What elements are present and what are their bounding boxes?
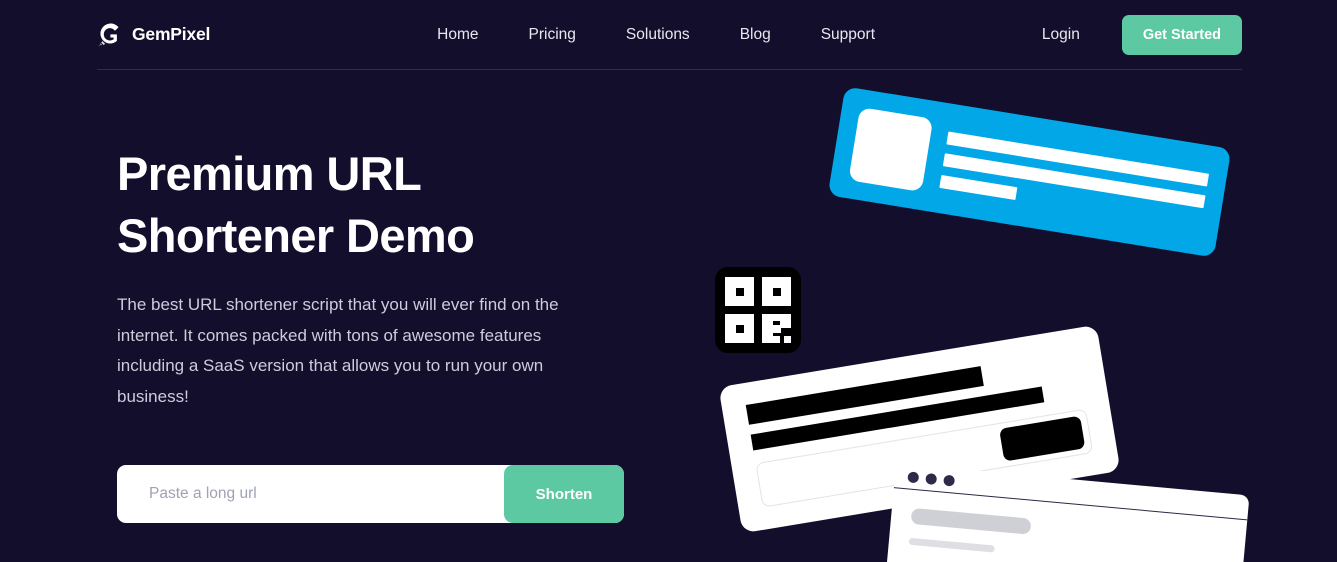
hero-illustration [660,69,1337,562]
browser-dot-close-icon [907,470,920,483]
nav-link-home[interactable]: Home [412,27,503,43]
hero-copy: Premium URL Shortener Demo The best URL … [117,143,647,412]
browser-dot-maximize-icon [943,474,956,487]
shorten-url-form: Shorten [117,465,624,523]
brand-name: GemPixel [132,23,211,44]
hero-subtitle: The best URL shortener script that you w… [117,295,559,406]
long-url-input[interactable] [117,465,504,523]
shorten-button[interactable]: Shorten [504,465,624,523]
link-preview-lines [939,129,1210,229]
get-started-button[interactable]: Get Started [1121,14,1242,55]
gem-g-logo-icon [97,22,123,48]
link-preview-card-icon [827,86,1232,258]
hero-section: Premium URL Shortener Demo The best URL … [0,69,1337,562]
qr-code-icon [715,267,801,353]
nav-link-solutions[interactable]: Solutions [601,27,715,43]
header-actions: Login Get Started [1042,14,1242,55]
browser-pill-mock [910,507,1032,535]
page-title: Premium URL Shortener Demo [117,147,475,263]
browser-dot-minimize-icon [925,472,938,485]
browser-line-mock [908,537,995,553]
nav-link-support[interactable]: Support [796,27,900,43]
site-header: GemPixel Home Pricing Solutions Blog Sup… [0,0,1337,69]
main-navigation: Home Pricing Solutions Blog Support [412,27,900,43]
nav-link-pricing[interactable]: Pricing [504,27,601,43]
header-inner: GemPixel Home Pricing Solutions Blog Sup… [97,0,1242,69]
card-button-mock [999,415,1086,462]
link-preview-thumbnail [848,107,934,192]
browser-window-icon [881,463,1250,562]
brand-logo-link[interactable]: GemPixel [97,22,210,48]
login-link[interactable]: Login [1042,27,1080,43]
nav-link-blog[interactable]: Blog [715,27,796,43]
